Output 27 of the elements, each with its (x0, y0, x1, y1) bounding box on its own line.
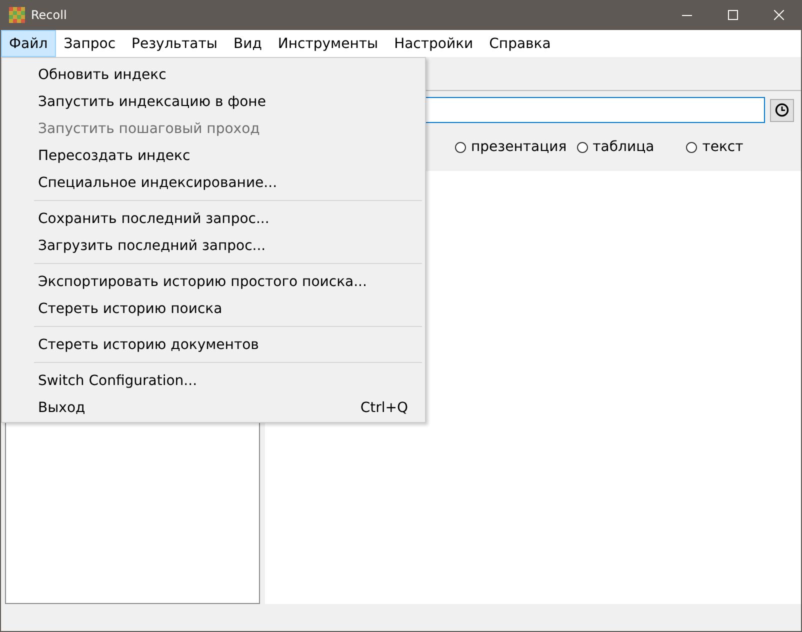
menu-entry[interactable]: Экспортировать историю простого поиска... (2, 268, 425, 295)
menu-item[interactable]: Результаты (124, 30, 226, 57)
menu-entry[interactable]: Сохранить последний запрос... (2, 205, 425, 232)
menu-entry[interactable]: Стереть историю поиска (2, 295, 425, 322)
menu-entry[interactable]: Загрузить последний запрос... (2, 232, 425, 259)
menu-item[interactable]: Настройки (386, 30, 482, 57)
menu-item[interactable]: Файл (1, 30, 56, 57)
menu-entry[interactable]: Запустить индексацию в фоне (2, 88, 425, 115)
menu-item[interactable]: Справка (481, 30, 559, 57)
menu-entry[interactable]: Выход Ctrl+Q (2, 394, 425, 421)
menu-entry[interactable]: Пересоздать индекс (2, 142, 425, 169)
close-icon (774, 10, 784, 20)
menu-entry[interactable]: Обновить индекс (2, 61, 425, 88)
menu-item[interactable]: Запрос (56, 30, 124, 57)
menu-entry[interactable]: Специальное индексирование... (2, 169, 425, 196)
menu-entry[interactable]: Switch Configuration... (2, 367, 425, 394)
maximize-icon (728, 10, 738, 20)
window-title: Recoll (31, 8, 67, 22)
radio-option[interactable]: текст (686, 139, 744, 155)
app-icon (9, 7, 25, 23)
radio-option[interactable]: презентация (455, 139, 567, 155)
menu-item[interactable]: Вид (225, 30, 270, 57)
menu-entry[interactable]: Стереть историю документов (2, 331, 425, 358)
clock-icon (775, 103, 789, 117)
history-button[interactable] (770, 98, 794, 122)
menu-item[interactable]: Инструменты (270, 30, 386, 57)
radio-option[interactable]: таблица (576, 139, 654, 155)
